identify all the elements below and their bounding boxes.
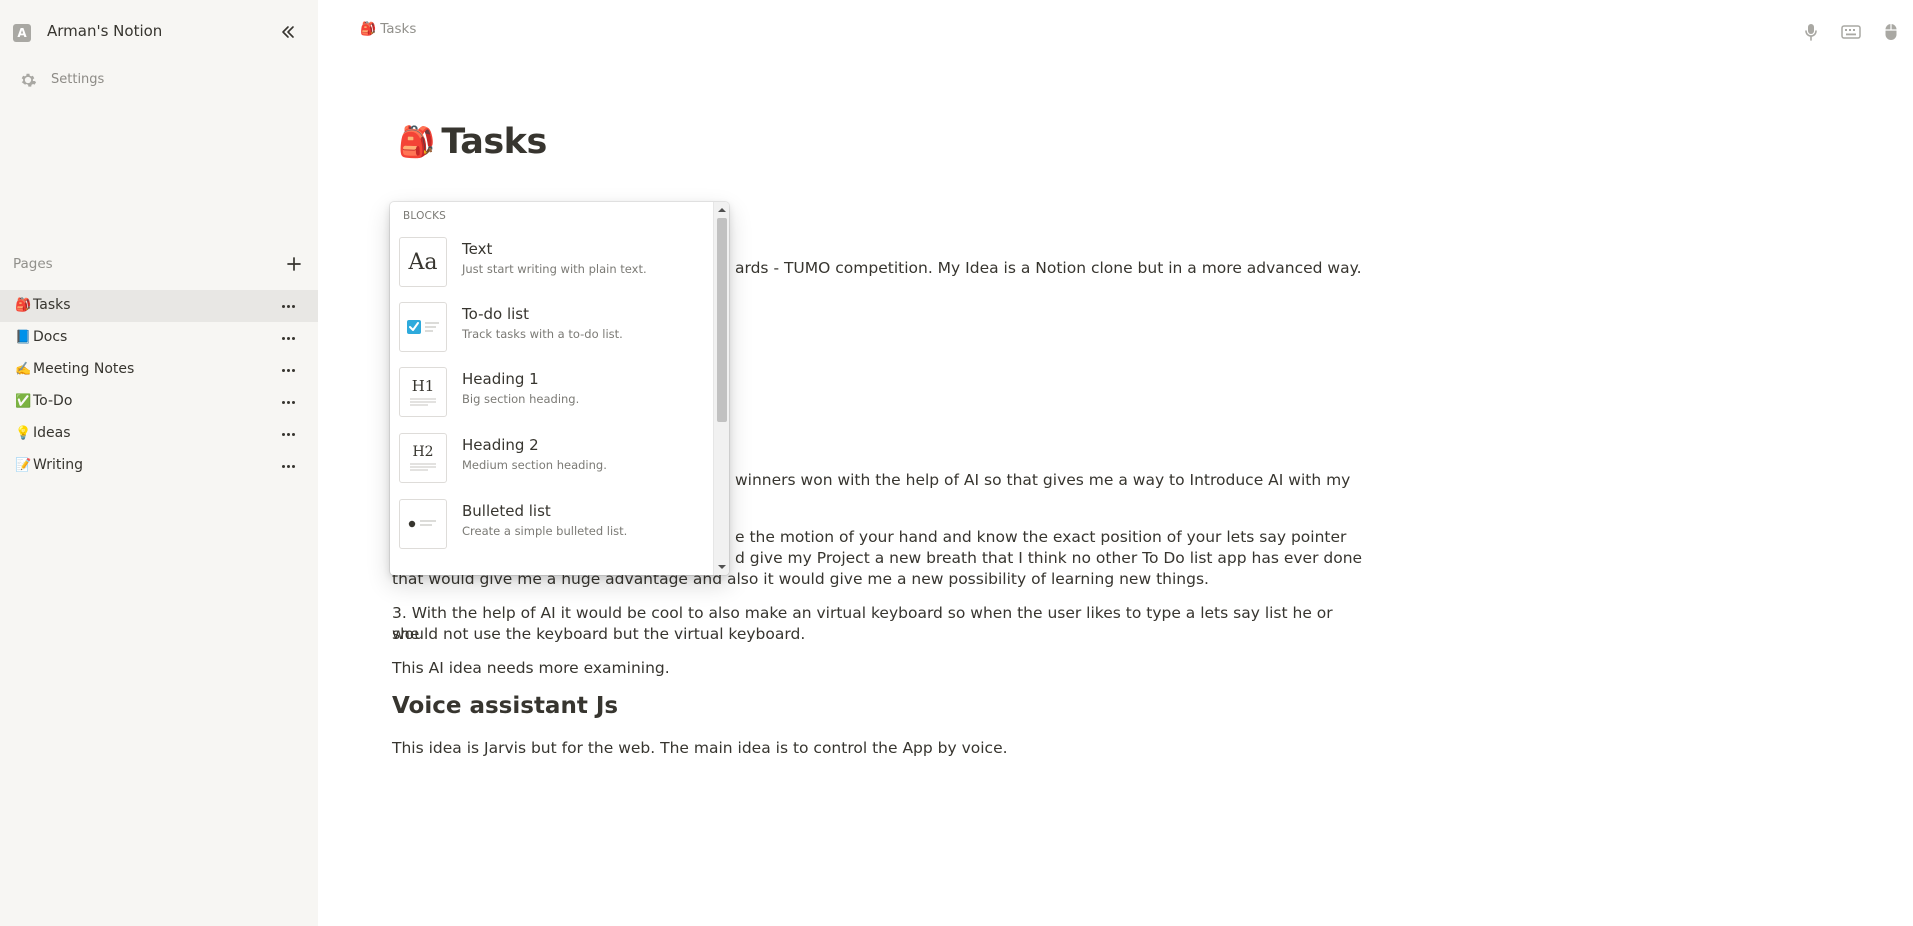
- breadcrumb-label: Tasks: [380, 21, 417, 37]
- memo-icon: 📝: [15, 458, 32, 473]
- settings-item[interactable]: Settings: [0, 68, 318, 92]
- text-block[interactable]: This AI idea needs more examining.: [392, 658, 1352, 679]
- sidebar-item-label: Ideas: [33, 425, 71, 441]
- text-block[interactable]: ards - TUMO competition. My Idea is a No…: [735, 258, 1375, 279]
- backpack-icon[interactable]: 🎒: [398, 125, 435, 160]
- sidebar-item-label: Docs: [33, 329, 68, 345]
- text-block[interactable]: This idea is Jarvis but for the web. The…: [392, 738, 1352, 759]
- pages-section-header: Pages: [0, 252, 318, 276]
- bulleted-list-block-icon: [399, 499, 447, 549]
- menu-item-heading-1[interactable]: H1 Heading 1 Big section heading.: [398, 364, 703, 424]
- sidebar-item-label: Tasks: [33, 297, 71, 313]
- page-header: 🎒 Tasks: [398, 122, 547, 162]
- mouse-button[interactable]: [1879, 20, 1903, 44]
- menu-item-description: Track tasks with a to-do list.: [462, 327, 623, 341]
- microphone-button[interactable]: [1799, 20, 1823, 44]
- check-mark-icon: ✅: [15, 394, 32, 409]
- writing-hand-icon: ✍️: [15, 362, 32, 377]
- heading-block[interactable]: Voice assistant Js: [392, 693, 618, 719]
- workspace-name: Arman's Notion: [47, 22, 163, 40]
- workspace-switcher[interactable]: A Arman's Notion: [0, 18, 318, 46]
- menu-item-description: Big section heading.: [462, 392, 580, 406]
- sidebar-item-tasks[interactable]: 🎒 Tasks: [0, 290, 318, 322]
- more-options-button[interactable]: [280, 362, 296, 378]
- more-options-button[interactable]: [280, 298, 296, 314]
- text-block[interactable]: e the motion of your hand and know the e…: [735, 527, 1375, 548]
- backpack-icon: 🎒: [360, 21, 377, 37]
- gear-icon: [21, 73, 37, 87]
- topbar-tools: [1799, 20, 1903, 44]
- menu-item-description: Just start writing with plain text.: [462, 262, 647, 276]
- numbered-item-continued[interactable]: would not use the keyboard but the virtu…: [392, 624, 1352, 645]
- light-bulb-icon: 💡: [15, 426, 32, 441]
- menu-item-description: Create a simple bulleted list.: [462, 524, 628, 538]
- menu-item-title: Bulleted list: [462, 502, 551, 520]
- sidebar-item-ideas[interactable]: 💡 Ideas: [0, 418, 318, 450]
- sidebar-item-label: Writing: [33, 457, 83, 473]
- backpack-icon: 🎒: [15, 298, 32, 313]
- sidebar-item-docs[interactable]: 📘 Docs: [0, 322, 318, 354]
- more-options-button[interactable]: [280, 330, 296, 346]
- blue-book-icon: 📘: [15, 330, 32, 345]
- menu-item-title: Heading 1: [462, 370, 539, 388]
- heading2-block-icon: H2: [399, 433, 447, 483]
- block-menu: BLOCKS Aa Text Just start writing with p…: [390, 202, 729, 575]
- more-options-button[interactable]: [280, 426, 296, 442]
- more-options-button[interactable]: [280, 394, 296, 410]
- menu-section-label: BLOCKS: [403, 210, 447, 222]
- text-block[interactable]: winners won with the help of AI so that …: [735, 470, 1375, 491]
- double-chevron-left-icon: [282, 26, 294, 38]
- keyboard-icon: [1841, 25, 1861, 39]
- menu-item-bulleted-list[interactable]: Bulleted list Create a simple bulleted l…: [398, 496, 703, 556]
- workspace-avatar: A: [13, 24, 31, 42]
- text-block-icon: Aa: [399, 237, 447, 287]
- add-page-button[interactable]: [283, 253, 305, 275]
- menu-item-title: Heading 2: [462, 436, 539, 454]
- heading1-block-icon: H1: [399, 367, 447, 417]
- settings-label: Settings: [51, 72, 105, 87]
- todo-block-icon: [399, 302, 447, 352]
- menu-scrollbar[interactable]: [713, 202, 729, 575]
- menu-item-text[interactable]: Aa Text Just start writing with plain te…: [398, 234, 703, 294]
- more-options-button[interactable]: [280, 458, 296, 474]
- pages-label: Pages: [13, 256, 53, 272]
- microphone-icon: [1805, 24, 1817, 41]
- menu-item-description: Medium section heading.: [462, 458, 607, 472]
- scroll-down-arrow-icon[interactable]: [718, 563, 726, 571]
- sidebar: A Arman's Notion Settings Pages 🎒 Tasks: [0, 0, 318, 926]
- sidebar-item-writing[interactable]: 📝 Writing: [0, 450, 318, 482]
- sidebar-item-to-do[interactable]: ✅ To-Do: [0, 386, 318, 418]
- collapse-sidebar-button[interactable]: [276, 20, 300, 44]
- scrollbar-thumb[interactable]: [717, 218, 727, 422]
- plus-icon: [287, 257, 301, 271]
- scroll-up-arrow-icon[interactable]: [718, 206, 726, 214]
- menu-item-title: Text: [462, 240, 493, 258]
- breadcrumb[interactable]: 🎒 Tasks: [360, 21, 416, 37]
- keyboard-button[interactable]: [1839, 20, 1863, 44]
- topbar: 🎒 Tasks: [318, 0, 1913, 64]
- menu-item-heading-2[interactable]: H2 Heading 2 Medium section heading.: [398, 430, 703, 490]
- mouse-icon: [1885, 24, 1897, 40]
- sidebar-item-meeting-notes[interactable]: ✍️ Meeting Notes: [0, 354, 318, 386]
- sidebar-item-label: To-Do: [33, 393, 73, 409]
- text-block[interactable]: d give my Project a new breath that I th…: [735, 548, 1375, 569]
- menu-item-todo[interactable]: To-do list Track tasks with a to-do list…: [398, 299, 703, 359]
- page-title[interactable]: Tasks: [441, 122, 547, 162]
- menu-item-title: To-do list: [462, 305, 529, 323]
- sidebar-item-label: Meeting Notes: [33, 361, 135, 377]
- page-list: 🎒 Tasks 📘 Docs ✍️ Meeting Notes ✅ To-Do …: [0, 290, 318, 482]
